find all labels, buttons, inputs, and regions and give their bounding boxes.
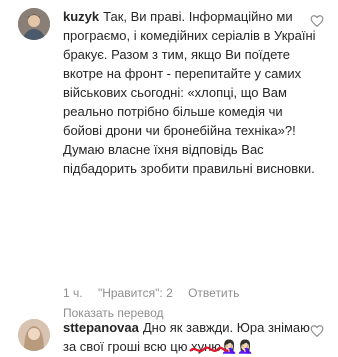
comment-text: sttepanovaa Дно як завжди. Юра знімаю за …: [63, 318, 318, 356]
comment-body: Так, Ви праві. Інформаційно ми програємо…: [63, 9, 316, 176]
comment-time: 1 ч.: [63, 286, 83, 300]
username[interactable]: sttepanovaa: [63, 320, 139, 335]
reply-button[interactable]: Ответить: [188, 286, 239, 300]
likes-count[interactable]: "Нравится": 2: [98, 286, 173, 300]
comment-meta: 1 ч. "Нравится": 2 Ответить: [63, 286, 251, 300]
heart-outline-icon[interactable]: [310, 14, 324, 28]
red-scribble-icon: [189, 346, 229, 353]
censored-word: ху: [189, 339, 229, 354]
comment-text: kuzyk Так, Ви праві. Інформаційно ми прог…: [63, 7, 318, 178]
heart-outline-icon[interactable]: [310, 324, 324, 338]
avatar[interactable]: [18, 8, 50, 40]
username[interactable]: kuzyk: [63, 9, 99, 24]
avatar[interactable]: [18, 319, 50, 351]
